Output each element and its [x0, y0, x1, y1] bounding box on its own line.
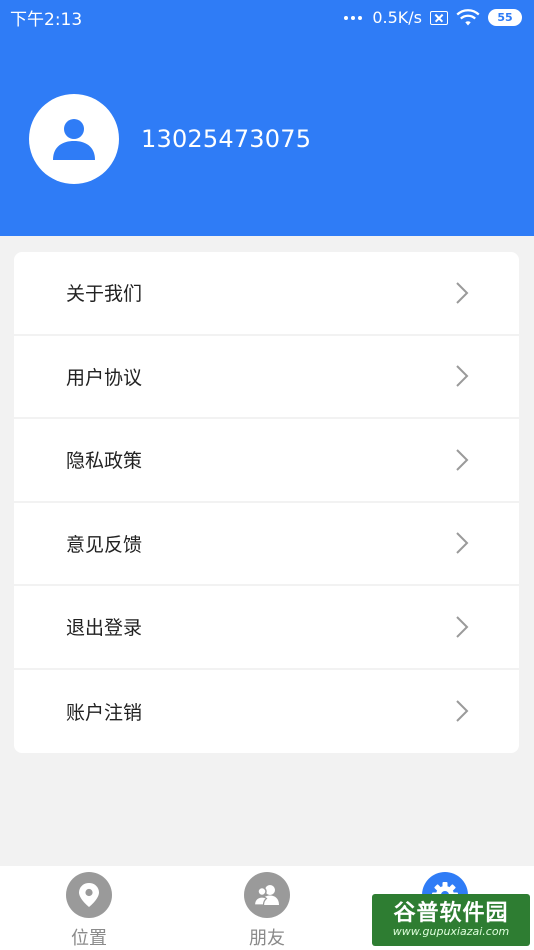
friends-icon	[244, 872, 290, 918]
menu-item-user-agreement[interactable]: 用户协议	[14, 336, 519, 419]
menu-item-about-us[interactable]: 关于我们	[14, 252, 519, 336]
nav-label: 朋友	[249, 928, 285, 949]
watermark-title: 谷普软件园	[393, 900, 509, 926]
watermark-url: www.gupuxiazai.com	[392, 925, 510, 939]
watermark-logo: 谷普软件园 www.gupuxiazai.com	[372, 894, 530, 946]
battery-level: 55	[497, 11, 513, 24]
status-bar: 下午2:13 0.5K/s 55	[0, 0, 534, 35]
location-pin-icon	[66, 872, 112, 918]
chevron-right-icon	[456, 532, 469, 554]
profile-header: 13025473075	[0, 35, 534, 236]
menu-item-label: 隐私政策	[66, 450, 143, 473]
menu-item-label: 关于我们	[66, 283, 143, 306]
menu-item-privacy-policy[interactable]: 隐私政策	[14, 419, 519, 503]
wifi-icon	[456, 8, 480, 25]
no-sim-icon	[430, 10, 448, 25]
nav-tab-location[interactable]: 位置	[29, 872, 149, 950]
menu-item-feedback[interactable]: 意见反馈	[14, 503, 519, 586]
menu-item-logout[interactable]: 退出登录	[14, 586, 519, 670]
menu-item-delete-account[interactable]: 账户注销	[14, 670, 519, 754]
status-time: 下午2:13	[10, 10, 83, 30]
settings-menu: 关于我们 用户协议 隐私政策 意见反馈 退出登录 账户注销	[14, 252, 519, 753]
battery-icon: 55	[488, 9, 522, 26]
status-indicators: 0.5K/s 55	[344, 8, 522, 27]
user-icon	[53, 119, 95, 160]
chevron-right-icon	[456, 449, 469, 471]
network-speed: 0.5K/s	[372, 8, 422, 27]
nav-tab-friends[interactable]: 朋友	[207, 872, 327, 950]
chevron-right-icon	[456, 282, 469, 304]
chevron-right-icon	[456, 616, 469, 638]
menu-item-label: 用户协议	[66, 366, 143, 389]
menu-item-label: 账户注销	[66, 701, 143, 724]
user-phone-number: 13025473075	[141, 125, 312, 153]
chevron-right-icon	[456, 700, 469, 722]
avatar[interactable]	[29, 94, 119, 184]
menu-item-label: 意见反馈	[66, 533, 143, 556]
signal-dots-icon	[344, 15, 363, 20]
chevron-right-icon	[456, 365, 469, 387]
menu-item-label: 退出登录	[66, 617, 143, 640]
nav-label: 位置	[71, 928, 107, 949]
